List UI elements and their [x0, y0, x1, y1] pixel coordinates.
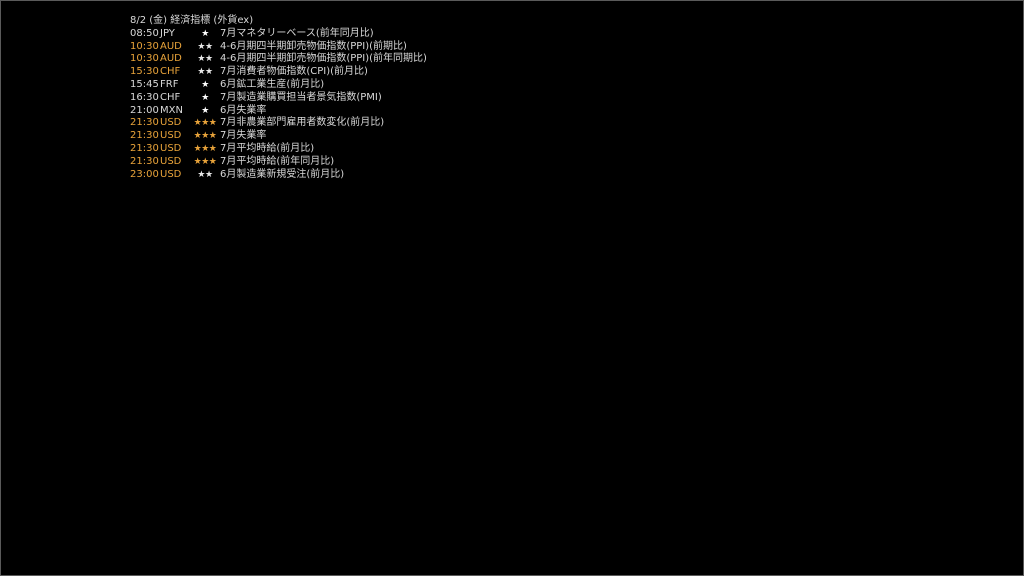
event-time: 10:30: [130, 53, 159, 65]
importance-stars-icon: ★: [201, 92, 209, 103]
importance-stars-icon: ★: [201, 79, 209, 90]
importance-stars-icon: ★★: [197, 41, 213, 52]
event-currency: CHF: [160, 91, 181, 103]
event-time: 15:30: [130, 66, 159, 78]
event-currency: AUD: [160, 40, 182, 52]
event-row: 15:45 FRF ★ 6月鉱工業生産(前月比): [130, 79, 427, 92]
event-currency: USD: [160, 117, 182, 129]
event-currency: MXN: [160, 104, 183, 116]
event-row: 21:30 USD ★★★ 7月非農業部門雇用者数変化(前月比): [130, 117, 427, 130]
event-time: 21:30: [130, 117, 159, 129]
importance-stars-icon: ★: [201, 105, 209, 116]
event-name: 7月マネタリーベース(前年同月比): [220, 27, 374, 39]
event-currency: USD: [160, 130, 182, 142]
event-name: 6月製造業新規受注(前月比): [220, 168, 345, 180]
event-name: 4-6月期四半期卸売物価指数(PPI)(前年同期比): [220, 53, 427, 65]
event-time: 16:30: [130, 91, 159, 103]
event-name: 7月製造業購買担当者景気指数(PMI): [220, 91, 382, 103]
importance-stars-icon: ★★★: [193, 156, 217, 167]
economic-calendar-panel: 8/2 (金) 経済指標 (外貨ex) 08:50 JPY ★ 7月マネタリーベース(…: [130, 15, 427, 181]
event-currency: JPY: [160, 27, 175, 39]
event-row: 08:50 JPY ★ 7月マネタリーベース(前年同月比): [130, 28, 427, 41]
event-row: 16:30 CHF ★ 7月製造業購買担当者景気指数(PMI): [130, 92, 427, 105]
importance-stars-icon: ★★: [197, 169, 213, 180]
event-list: 08:50 JPY ★ 7月マネタリーベース(前年同月比) 10:30 AUD ★★ 4-6月…: [130, 28, 427, 182]
event-currency: USD: [160, 142, 182, 154]
event-currency: CHF: [160, 66, 181, 78]
event-row: 10:30 AUD ★★ 4-6月期四半期卸売物価指数(PPI)(前期比): [130, 41, 427, 54]
event-row: 21:00 MXN ★ 6月失業率: [130, 105, 427, 118]
event-time: 10:30: [130, 40, 159, 52]
event-name: 7月非農業部門雇用者数変化(前月比): [220, 117, 385, 129]
event-currency: USD: [160, 168, 182, 180]
event-row: 21:30 USD ★★★ 7月平均時給(前月比): [130, 143, 427, 156]
desktop-frame: 8/2 (金) 経済指標 (外貨ex) 08:50 JPY ★ 7月マネタリーベース(…: [0, 0, 1024, 576]
event-name: 7月平均時給(前年同月比): [220, 155, 335, 167]
event-time: 23:00: [130, 168, 159, 180]
event-currency: FRF: [160, 78, 179, 90]
importance-stars-icon: ★★★: [193, 143, 217, 154]
event-time: 21:00: [130, 104, 159, 116]
event-name: 7月消費者物価指数(CPI)(前月比): [220, 66, 368, 78]
importance-stars-icon: ★: [201, 28, 209, 39]
event-row: 21:30 USD ★★★ 7月平均時給(前年同月比): [130, 156, 427, 169]
event-time: 08:50: [130, 27, 159, 39]
event-time: 15:45: [130, 78, 159, 90]
event-name: 4-6月期四半期卸売物価指数(PPI)(前期比): [220, 40, 407, 52]
event-name: 6月鉱工業生産(前月比): [220, 78, 325, 90]
event-currency: AUD: [160, 53, 182, 65]
event-time: 21:30: [130, 142, 159, 154]
event-name: 7月平均時給(前月比): [220, 142, 315, 154]
event-name: 7月失業率: [220, 130, 267, 142]
importance-stars-icon: ★★: [197, 54, 213, 65]
event-row: 23:00 USD ★★ 6月製造業新規受注(前月比): [130, 169, 427, 182]
event-time: 21:30: [130, 130, 159, 142]
event-name: 6月失業率: [220, 104, 267, 116]
event-row: 21:30 USD ★★★ 7月失業率: [130, 130, 427, 143]
importance-stars-icon: ★★: [197, 67, 213, 78]
event-time: 21:30: [130, 155, 159, 167]
event-row: 10:30 AUD ★★ 4-6月期四半期卸売物価指数(PPI)(前年同期比): [130, 53, 427, 66]
event-currency: USD: [160, 155, 182, 167]
calendar-title: 8/2 (金) 経済指標 (外貨ex): [130, 15, 254, 26]
event-row: 15:30 CHF ★★ 7月消費者物価指数(CPI)(前月比): [130, 66, 427, 79]
importance-stars-icon: ★★★: [193, 131, 217, 142]
importance-stars-icon: ★★★: [193, 118, 217, 129]
